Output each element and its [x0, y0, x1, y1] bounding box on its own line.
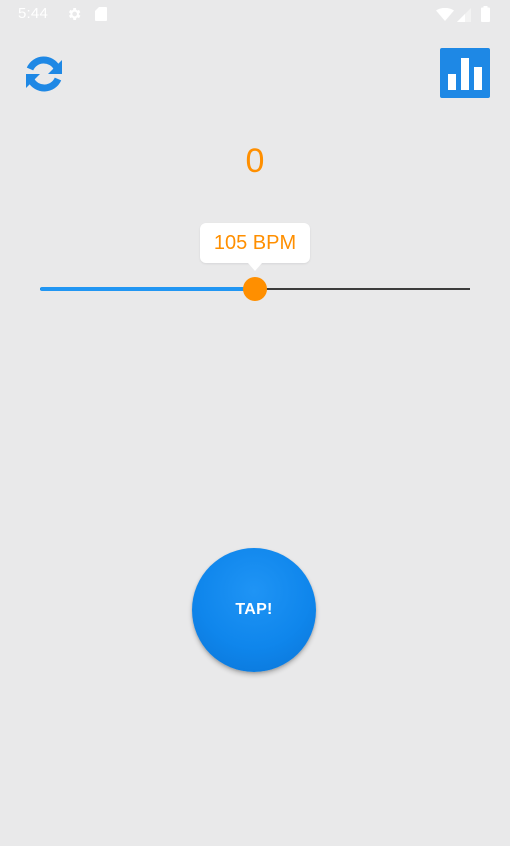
tap-counter: 0 — [245, 142, 265, 180]
refresh-button[interactable] — [20, 50, 68, 98]
statistics-button[interactable] — [440, 48, 490, 98]
bpm-tooltip: 105 BPM — [200, 223, 310, 271]
slider-thumb[interactable] — [243, 277, 267, 301]
bpm-label: 105 BPM — [213, 232, 297, 254]
refresh-icon — [26, 56, 62, 92]
status-time: 5:44 — [18, 5, 48, 22]
tempo-slider[interactable] — [40, 276, 470, 302]
sd-card-icon — [95, 7, 107, 21]
signal-icon — [457, 8, 471, 22]
bar-chart-icon — [448, 58, 482, 90]
status-bar: 5:44 — [0, 0, 510, 30]
battery-icon — [481, 6, 490, 22]
wifi-icon — [436, 8, 454, 21]
gear-icon — [68, 8, 81, 20]
tap-button[interactable]: TAP! — [192, 548, 316, 672]
slider-fill — [40, 287, 255, 291]
